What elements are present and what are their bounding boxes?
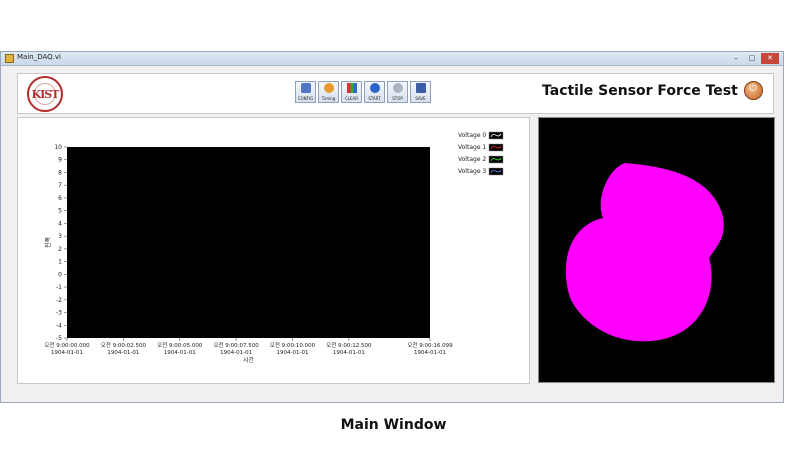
x-tick-date: 1904-01-01 — [220, 350, 252, 356]
x-tick-time: 오전 9:00:07.500 — [213, 341, 259, 349]
save-button[interactable]: SAVE — [410, 81, 431, 103]
config-icon — [301, 83, 311, 93]
start-button[interactable]: START — [364, 81, 385, 103]
y-tick-label: -3 — [56, 310, 62, 317]
x-tick-date: 1904-01-01 — [164, 350, 196, 356]
y-tick-label: 8 — [58, 169, 62, 176]
y-tick-label: 7 — [58, 182, 62, 189]
title-bar[interactable]: Main_DAQ.vi – □ ✕ — [1, 52, 783, 66]
labview-vi-icon — [5, 54, 14, 63]
x-tick-time: 오전 9:00:12.500 — [326, 341, 372, 349]
toolbar: CONFIG Timing CLEAR START STOP SAVE — [295, 81, 431, 103]
y-tick-label: 9 — [58, 157, 62, 164]
legend-label: Voltage 3 — [458, 168, 486, 175]
config-button[interactable]: CONFIG — [295, 81, 316, 103]
toolbar-button-label: START — [368, 96, 381, 101]
timing-icon — [324, 83, 334, 93]
x-tick-time: 오전 9:00:10.000 — [270, 341, 316, 349]
y-tick-label: 5 — [58, 208, 62, 215]
start-icon — [370, 83, 380, 93]
minimize-icon[interactable]: – — [729, 53, 743, 64]
x-tick-time: 오전 9:00:02.500 — [101, 341, 147, 349]
x-tick-date: 1904-01-01 — [107, 350, 139, 356]
y-tick-label: -4 — [56, 322, 62, 329]
x-tick-time: 오전 9:00:16.099 — [407, 341, 453, 349]
timing-button[interactable]: Timing — [318, 81, 339, 103]
toolbar-button-label: Timing — [321, 96, 336, 101]
toolbar-button-label: SAVE — [415, 96, 426, 101]
x-tick-date: 1904-01-01 — [276, 350, 308, 356]
power-button[interactable]: ⏻ — [744, 81, 763, 100]
y-axis-label: 진폭 — [44, 237, 52, 249]
waveform-chart: 109876543210-1-2-3-4-5오전 9:00:00.0001904… — [44, 131, 504, 364]
power-icon: ⏻ — [749, 83, 757, 94]
x-tick-time: 오전 9:00:05.000 — [157, 341, 203, 349]
app-title: Tactile Sensor Force Test — [542, 83, 738, 99]
x-tick-date: 1904-01-01 — [333, 350, 365, 356]
pressure-map-view — [538, 117, 775, 383]
legend-label: Voltage 0 — [458, 132, 486, 139]
y-tick-label: 10 — [54, 144, 62, 151]
y-tick-label: 6 — [58, 195, 62, 202]
waveform-chart-panel: 10 9 8 7 6 5 4 3 2 1 0 -1 -2 -3 -4 -5 오전 9:00:00.000 1904… — [17, 117, 530, 384]
x-tick-date: 1904-01-01 — [51, 350, 83, 356]
y-tick-label: 3 — [58, 233, 62, 240]
pressure-blob — [565, 163, 724, 342]
toolbar-button-label: CLEAR — [344, 96, 359, 101]
figure-caption: Main Window — [340, 417, 447, 433]
legend-label: Voltage 2 — [458, 156, 486, 163]
toolbar-button-label: STOP — [392, 96, 403, 101]
y-tick-label: -5 — [56, 335, 62, 342]
x-tick-date: 1904-01-01 — [414, 350, 446, 356]
maximize-icon[interactable]: □ — [745, 53, 759, 64]
pressure-map-svg — [565, 163, 724, 342]
x-axis-label: 시간 — [243, 356, 255, 364]
legend-label: Voltage 1 — [458, 144, 486, 151]
kist-logo: KIST — [27, 76, 63, 112]
close-icon[interactable]: ✕ — [761, 53, 779, 64]
clear-button[interactable]: CLEAR — [341, 81, 362, 103]
stop-button[interactable]: STOP — [387, 81, 408, 103]
save-icon — [416, 83, 426, 93]
window-controls: – □ ✕ — [729, 53, 779, 64]
header-panel: KIST CONFIG Timing CLEAR START STOP SAVE Tact… — [17, 73, 774, 114]
y-tick-label: 2 — [58, 246, 62, 253]
stop-icon — [393, 83, 403, 93]
y-tick-label: -2 — [56, 297, 62, 304]
clear-icon — [347, 83, 357, 93]
toolbar-button-label: CONFIG — [297, 96, 314, 101]
y-tick-label: -1 — [56, 284, 62, 291]
main-window: Main_DAQ.vi – □ ✕ KIST CONFIG Timing CLEAR… — [0, 51, 784, 403]
y-tick-label: 1 — [58, 259, 62, 266]
x-tick-time: 오전 9:00:00.000 — [44, 341, 90, 349]
window-title: Main_DAQ.vi — [17, 53, 61, 61]
y-tick-label: 0 — [58, 271, 62, 278]
y-tick-label: 4 — [58, 220, 62, 227]
plot-area — [67, 147, 430, 338]
